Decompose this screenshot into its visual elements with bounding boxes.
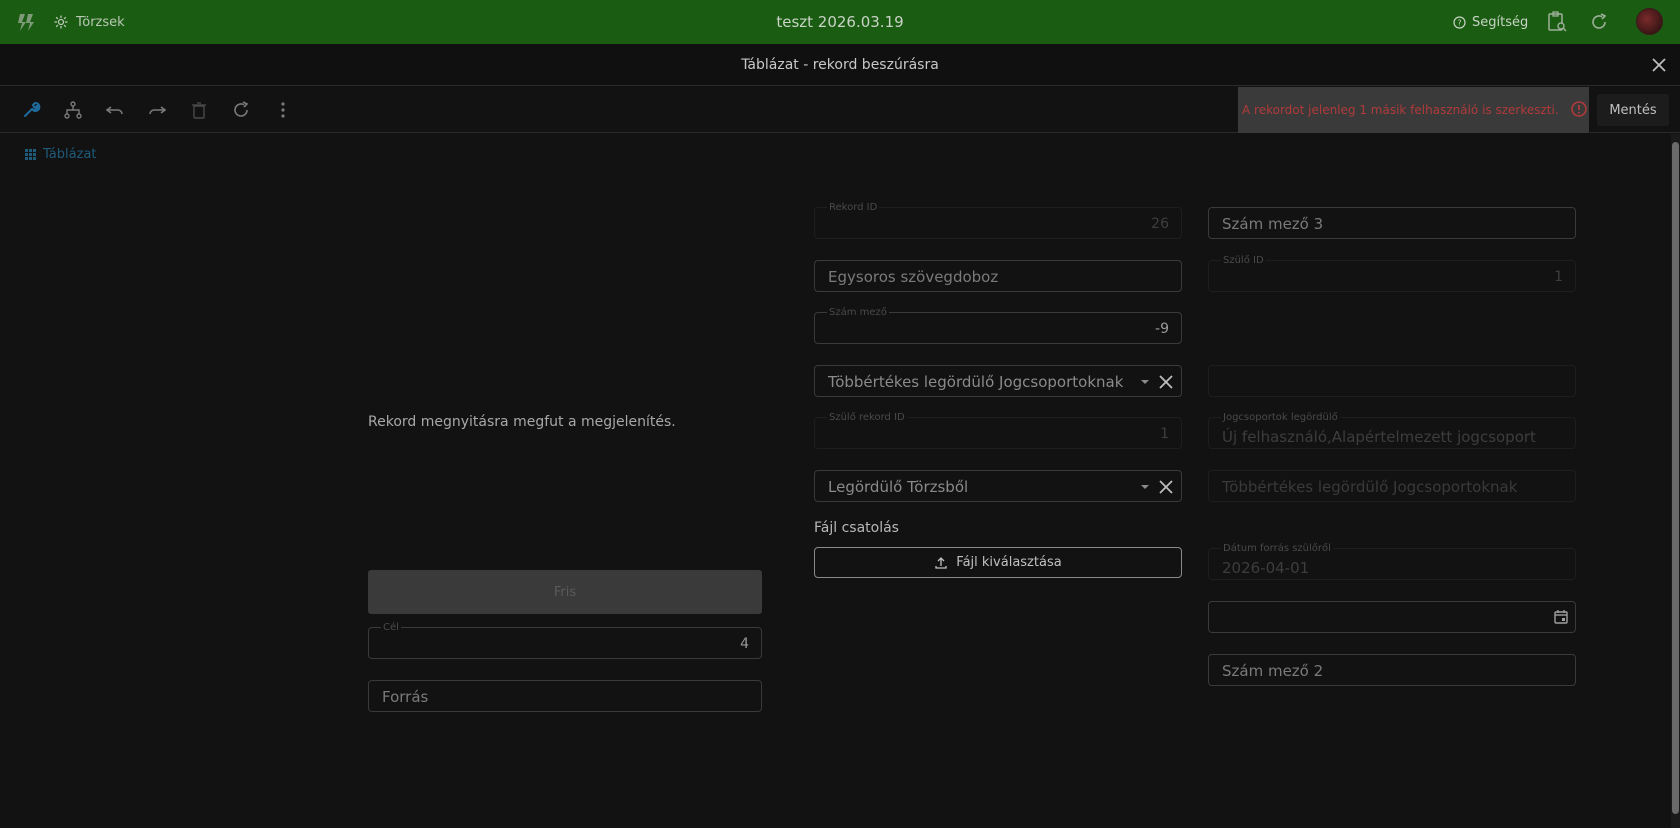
dialog-title: Táblázat - rekord beszúrásra — [741, 57, 939, 73]
tobbertekes-placeholder: Többértékes legördülő Jogcsoportoknak — [828, 373, 1124, 391]
dropdown-arrow-icon[interactable] — [1137, 479, 1153, 495]
fajl-csatolas-label: Fájl csatolás — [814, 520, 899, 536]
datum-forras-field: Dátum forrás szülőről 2026-04-01 — [1208, 543, 1576, 580]
trash-icon[interactable] — [188, 99, 210, 121]
upload-icon — [935, 556, 947, 569]
cel-value: 4 — [740, 636, 749, 652]
scrollbar[interactable] — [1671, 134, 1680, 828]
legordulo-torzsbol-placeholder: Legördülő Törzsből — [828, 478, 969, 496]
render-message: Rekord megnyitásra megfut a megjelenítés… — [368, 414, 676, 430]
app-title: teszt 2026.03.19 — [776, 13, 904, 31]
app-bar: Törzsek teszt 2026.03.19 ? Segítség — [0, 0, 1680, 44]
tobbertekes-right-field: Többértékes legördülő Jogcsoportoknak — [1208, 470, 1576, 502]
close-icon[interactable] — [1650, 56, 1668, 74]
tobbertekes-right-placeholder: Többértékes legördülő Jogcsoportoknak — [1222, 478, 1518, 496]
grid-icon — [25, 149, 36, 160]
refresh-icon[interactable] — [230, 99, 252, 121]
refresh-icon[interactable] — [1588, 11, 1610, 33]
egysoros-field[interactable]: Egysoros szövegdoboz — [814, 260, 1182, 292]
gear-icon — [54, 15, 68, 29]
legordulo-torzsbol-select[interactable]: Legördülő Törzsből — [814, 470, 1182, 502]
clear-icon[interactable] — [1158, 374, 1174, 390]
wrench-icon[interactable] — [20, 99, 42, 121]
jogcsoportok-value: Új felhasználó,Alapértelmezett jogcsopor… — [1222, 428, 1536, 446]
torzsek-menu[interactable]: Törzsek — [54, 0, 125, 44]
save-button[interactable]: Mentés — [1597, 94, 1669, 126]
jogcsoportok-field: Jogcsoportok legördülő Új felhasználó,Al… — [1208, 412, 1576, 449]
szulo-rekord-id-label: Szülő rekord ID — [827, 412, 907, 424]
avatar[interactable] — [1636, 8, 1663, 35]
alert-text: A rekordot jelenleg 1 másik felhasználó … — [1242, 103, 1559, 117]
clear-icon[interactable] — [1158, 479, 1174, 495]
empty-field — [1208, 365, 1576, 397]
undo-icon[interactable] — [104, 99, 126, 121]
szam-mezo-label: Szám mező — [827, 307, 889, 319]
forras-field[interactable]: Forrás — [368, 680, 762, 712]
help-label: Segítség — [1472, 14, 1529, 30]
szulo-id-label: Szülő ID — [1221, 255, 1266, 267]
rekord-id-field: Rekord ID 26 — [814, 202, 1182, 239]
szulo-rekord-id-field: Szülő rekord ID 1 — [814, 412, 1182, 449]
szam-mezo-value: -9 — [1155, 321, 1169, 337]
rekord-id-label: Rekord ID — [827, 202, 880, 214]
concurrent-edit-alert: A rekordot jelenleg 1 másik felhasználó … — [1238, 87, 1589, 133]
help-circle-icon: ? — [1453, 15, 1466, 29]
datum-forras-label: Dátum forrás szülőről — [1221, 543, 1333, 555]
fris-button[interactable]: Fris — [368, 570, 762, 614]
szam-mezo-3-placeholder: Szám mező 3 — [1222, 215, 1324, 233]
tobbertekes-select[interactable]: Többértékes legördülő Jogcsoportoknak — [814, 365, 1182, 397]
szulo-rekord-id-value: 1 — [1160, 426, 1169, 442]
file-select-label: Fájl kiválasztása — [956, 555, 1062, 570]
cel-field[interactable]: Cél 4 — [368, 622, 762, 659]
egysoros-placeholder: Egysoros szövegdoboz — [828, 268, 999, 286]
szam-mezo-field[interactable]: Szám mező -9 — [814, 307, 1182, 344]
rekord-id-value: 26 — [1151, 216, 1169, 232]
szam-mezo-2-field[interactable]: Szám mező 2 — [1208, 654, 1576, 686]
sitemap-icon[interactable] — [62, 99, 84, 121]
dialog-title-bar: Táblázat - rekord beszúrásra — [0, 44, 1680, 86]
lightning-logo-icon[interactable] — [16, 11, 38, 33]
jogcsoportok-label: Jogcsoportok legördülő — [1221, 412, 1340, 424]
breadcrumb[interactable]: Táblázat — [25, 147, 96, 162]
szam-mezo-2-placeholder: Szám mező 2 — [1222, 662, 1324, 680]
redo-icon[interactable] — [146, 99, 168, 121]
calendar-icon[interactable] — [1553, 609, 1569, 625]
toolbar: A rekordot jelenleg 1 másik felhasználó … — [0, 87, 1680, 133]
scrollbar-thumb[interactable] — [1672, 142, 1679, 814]
error-icon — [1571, 101, 1587, 117]
szulo-id-value: 1 — [1554, 269, 1563, 285]
datum-forras-value: 2026-04-01 — [1222, 559, 1310, 577]
szulo-id-field: Szülő ID 1 — [1208, 255, 1576, 292]
cel-label: Cél — [381, 622, 401, 634]
more-vertical-icon[interactable] — [272, 99, 294, 121]
dropdown-arrow-icon[interactable] — [1137, 374, 1153, 390]
help-button[interactable]: ? Segítség — [1453, 0, 1528, 44]
svg-text:?: ? — [1457, 18, 1461, 27]
breadcrumb-label: Táblázat — [43, 147, 97, 162]
file-select-button[interactable]: Fájl kiválasztása — [814, 547, 1182, 578]
date-picker-field[interactable] — [1208, 601, 1576, 633]
forras-placeholder: Forrás — [382, 688, 429, 706]
szam-mezo-3-field[interactable]: Szám mező 3 — [1208, 207, 1576, 239]
clipboard-search-icon[interactable] — [1546, 11, 1568, 33]
torzsek-label: Törzsek — [76, 14, 125, 30]
